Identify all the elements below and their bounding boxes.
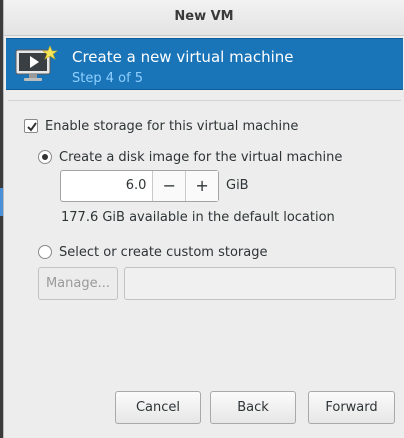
available-space-text: 177.6 GiB available in the default locat…	[61, 210, 335, 225]
window-title: New VM	[4, 0, 404, 36]
radio-button-unselected[interactable]	[38, 245, 52, 259]
cancel-button[interactable]: Cancel	[115, 391, 201, 424]
checkbox-box[interactable]	[24, 119, 38, 133]
disk-size-input[interactable]: 6.0	[61, 171, 152, 201]
new-vm-dialog: New VM Create a new virtual machine Step…	[3, 0, 404, 438]
disk-image-radio[interactable]: Create a disk image for the virtual mach…	[38, 148, 342, 166]
back-button[interactable]: Back	[210, 391, 296, 424]
wizard-banner: Create a new virtual machine Step 4 of 5	[6, 38, 403, 90]
disk-size-unit: GiB	[226, 178, 249, 193]
disk-image-label: Create a disk image for the virtual mach…	[59, 149, 343, 165]
increment-button[interactable]: +	[185, 171, 218, 201]
separator	[8, 100, 401, 101]
decrement-button[interactable]: −	[152, 171, 186, 201]
disk-size-spinbutton[interactable]: 6.0 − +	[60, 170, 219, 202]
manage-button[interactable]: Manage...	[38, 267, 118, 300]
custom-storage-path-input[interactable]	[124, 267, 396, 300]
checkmark-icon	[27, 122, 37, 132]
monitor-play-icon	[15, 45, 58, 81]
custom-storage-radio[interactable]: Select or create custom storage	[38, 243, 267, 261]
enable-storage-label: Enable storage for this virtual machine	[45, 118, 299, 134]
radio-button-selected[interactable]	[38, 150, 52, 164]
enable-storage-checkbox[interactable]: Enable storage for this virtual machine	[24, 117, 298, 135]
banner-title: Create a new virtual machine	[72, 48, 294, 66]
forward-button[interactable]: Forward	[308, 391, 395, 424]
custom-storage-label: Select or create custom storage	[59, 244, 268, 260]
banner-step: Step 4 of 5	[72, 71, 144, 86]
